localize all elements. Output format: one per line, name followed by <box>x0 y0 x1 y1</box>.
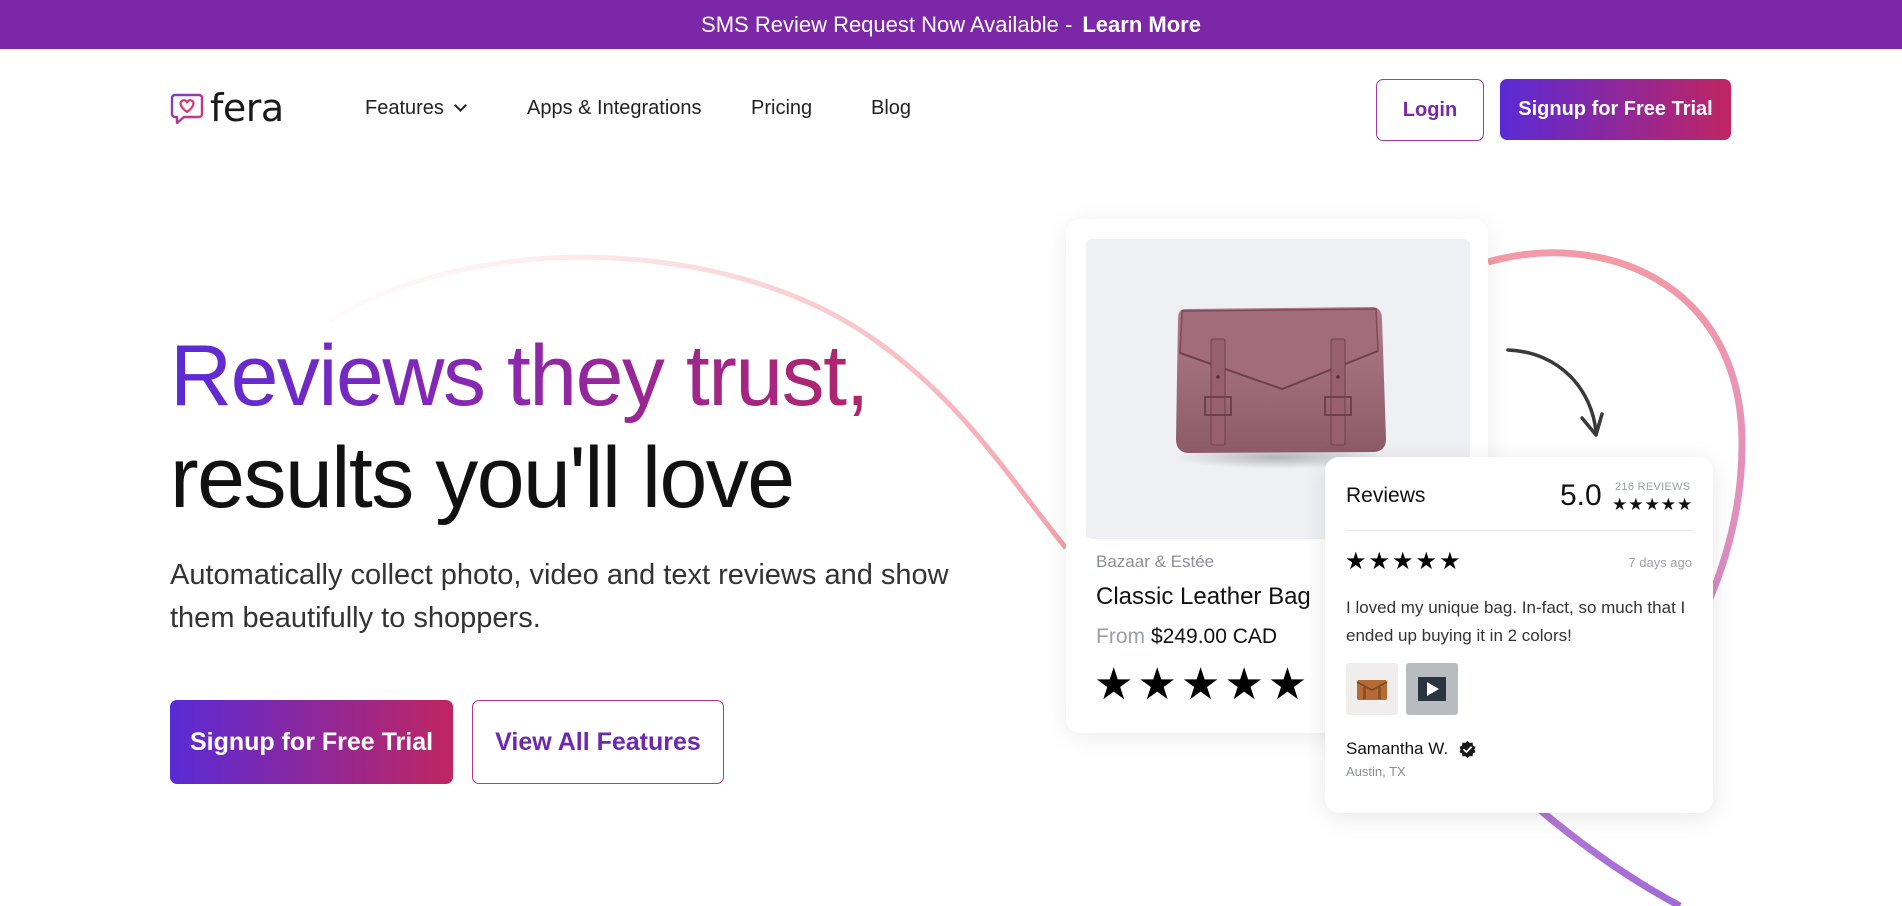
view-all-features-button[interactable]: View All Features <box>472 700 724 784</box>
price-value: $249.00 CAD <box>1151 625 1278 648</box>
hero-title-line1: Reviews they trust, <box>170 328 869 424</box>
login-button[interactable]: Login <box>1376 79 1484 141</box>
review-card: Reviews 5.0 216 REVIEWS ★★★★★ ★★★★★ 7 da… <box>1325 457 1713 813</box>
main-nav: fera Features Apps & Integrations Pricin… <box>0 49 1902 169</box>
review-text: I loved my unique bag. In-fact, so much … <box>1346 598 1686 645</box>
curved-arrow-head <box>1580 412 1604 437</box>
product-brand: Bazaar & Estée <box>1096 552 1215 571</box>
verified-check-icon <box>1459 740 1476 758</box>
reviewer-name: Samantha W. <box>1346 739 1449 758</box>
review-date: 7 days ago <box>1628 555 1692 570</box>
product-rating-stars: ★★★★★ <box>1094 659 1312 710</box>
hero-title: Reviews they trust, results you'll love <box>170 325 869 529</box>
product-price: From $249.00 CAD <box>1096 625 1277 649</box>
bag-photo-icon <box>1356 680 1388 700</box>
announcement-text: SMS Review Request Now Available - <box>701 11 1073 37</box>
curved-arrow <box>1506 348 1598 434</box>
nav-item-features[interactable]: Features <box>365 97 467 120</box>
average-score: 5.0 <box>1560 479 1602 512</box>
review-video-thumbnail[interactable] <box>1406 663 1458 715</box>
nav-item-label: Pricing <box>751 97 813 119</box>
divider <box>1346 530 1692 531</box>
heart-speech-bubble-icon <box>170 93 204 125</box>
nav-item-blog[interactable]: Blog <box>871 97 911 120</box>
learn-more-link[interactable]: Learn More <box>1082 12 1201 38</box>
review-stars: ★★★★★ <box>1345 547 1463 575</box>
chevron-down-icon <box>454 99 467 112</box>
reviewer-location: Austin, TX <box>1346 764 1406 779</box>
play-icon <box>1418 677 1446 701</box>
logo[interactable]: fera <box>170 89 284 127</box>
review-photo-thumbnail[interactable] <box>1346 663 1398 715</box>
nav-item-label: Features <box>365 97 444 119</box>
nav-item-label: Apps & Integrations <box>527 97 702 119</box>
logo-text: fera <box>210 86 284 130</box>
nav-item-label: Blog <box>871 97 912 119</box>
reviewer: Samantha W. <box>1346 739 1477 759</box>
hero-subtitle: Automatically collect photo, video and t… <box>170 559 949 634</box>
review-count: 216 REVIEWS <box>1615 481 1691 493</box>
product-name: Classic Leather Bag <box>1096 583 1311 610</box>
price-prefix: From <box>1096 625 1145 648</box>
signup-button-nav[interactable]: Signup for Free Trial <box>1500 79 1731 140</box>
reviews-title: Reviews <box>1346 484 1426 507</box>
hero-signup-button[interactable]: Signup for Free Trial <box>170 700 453 784</box>
nav-item-pricing[interactable]: Pricing <box>751 97 812 120</box>
announcement-bar: SMS Review Request Now Available - Learn… <box>0 0 1902 49</box>
hero-title-line2: results you'll love <box>170 430 795 526</box>
average-rating-stars: ★★★★★ <box>1612 495 1694 515</box>
nav-item-apps-integrations[interactable]: Apps & Integrations <box>527 97 702 120</box>
